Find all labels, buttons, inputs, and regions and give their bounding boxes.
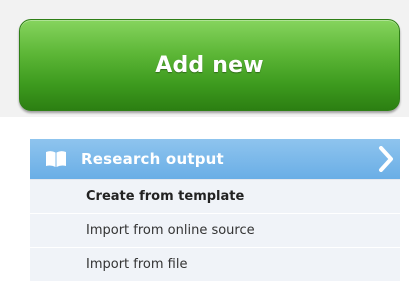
book-icon: [46, 151, 66, 167]
research-output-menu: Research output Create from template Imp…: [30, 139, 400, 282]
chevron-right-icon[interactable]: [378, 146, 394, 172]
menu-title: Research output: [81, 150, 224, 168]
import-from-file-item[interactable]: Import from file: [30, 248, 400, 282]
research-output-header[interactable]: Research output: [30, 139, 400, 179]
add-new-panel: Add new: [0, 0, 409, 117]
import-from-online-source-item[interactable]: Import from online source: [30, 214, 400, 248]
menu-items: Create from template Import from online …: [30, 179, 400, 282]
add-new-label: Add new: [155, 52, 264, 78]
create-from-template-item[interactable]: Create from template: [30, 180, 400, 214]
add-new-button[interactable]: Add new: [19, 19, 400, 111]
